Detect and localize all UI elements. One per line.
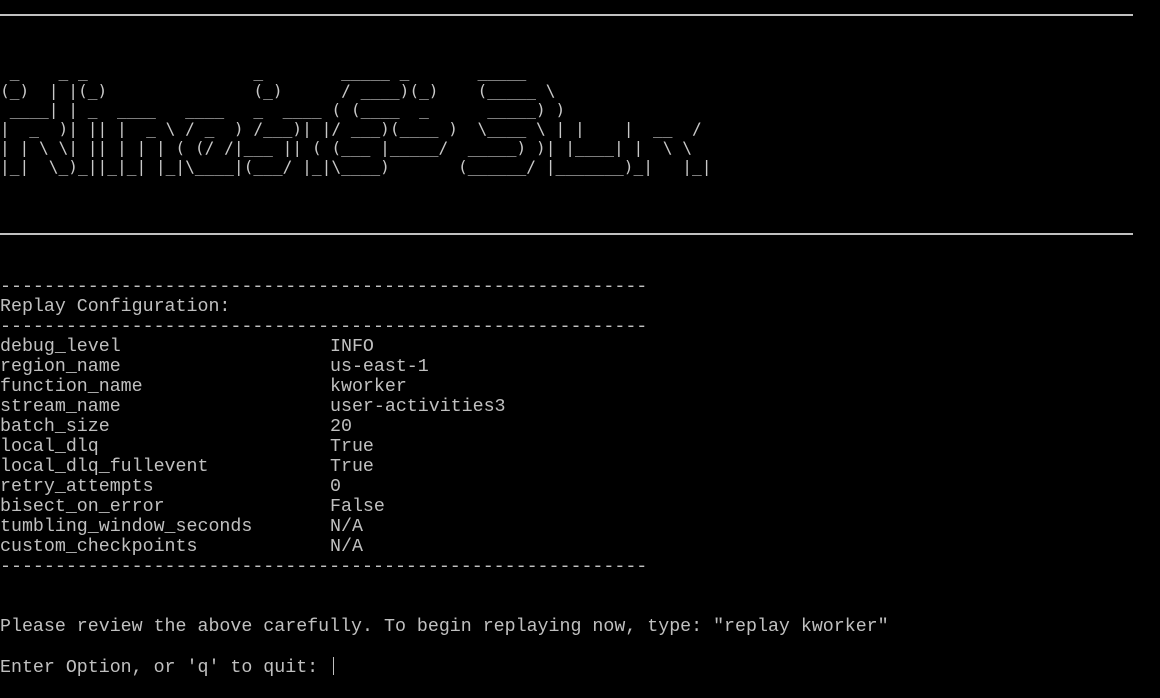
separator-mid: ----------------------------------------…	[0, 317, 648, 337]
config-value: user-activities3	[330, 397, 506, 417]
config-key: tumbling_window_seconds	[0, 517, 253, 537]
config-value: 0	[330, 477, 341, 497]
config-row: function_name kworker	[0, 377, 407, 397]
config-row: bisect_on_error False	[0, 497, 385, 517]
bottom-divider	[0, 233, 1133, 235]
config-key: local_dlq_fullevent	[0, 457, 209, 477]
config-row: retry_attempts 0	[0, 477, 341, 497]
separator-bottom: ----------------------------------------…	[0, 557, 648, 577]
top-divider	[0, 14, 1133, 16]
config-key: batch_size	[0, 417, 110, 437]
config-value: True	[330, 437, 374, 457]
review-message: Please review the above carefully. To be…	[0, 617, 889, 637]
config-key: bisect_on_error	[0, 497, 165, 517]
config-key: local_dlq	[0, 437, 99, 457]
command-prompt[interactable]: Enter Option, or 'q' to quit:	[0, 657, 335, 678]
config-key: custom_checkpoints	[0, 537, 198, 557]
config-value: kworker	[330, 377, 407, 397]
config-value: N/A	[330, 517, 363, 537]
config-row: batch_size 20	[0, 417, 352, 437]
config-row: region_name us-east-1	[0, 357, 429, 377]
text-cursor[interactable]	[333, 657, 335, 675]
config-row: stream_name user-activities3	[0, 397, 506, 417]
section-title: Replay Configuration:	[0, 297, 231, 317]
config-key: stream_name	[0, 397, 121, 417]
config-value: True	[330, 457, 374, 477]
ascii-banner: _ _ _ _ _____ _ _____ (_) | |(_) (_) / _…	[0, 62, 712, 176]
config-row: local_dlq True	[0, 437, 374, 457]
config-key: function_name	[0, 377, 143, 397]
config-row: custom_checkpoints N/A	[0, 537, 363, 557]
config-key: debug_level	[0, 337, 121, 357]
config-row: tumbling_window_seconds N/A	[0, 517, 363, 537]
config-row: debug_level INFO	[0, 337, 374, 357]
separator-top: ----------------------------------------…	[0, 277, 648, 297]
prompt-label: Enter Option, or 'q' to quit:	[0, 658, 330, 678]
config-value: us-east-1	[330, 357, 429, 377]
config-value: 20	[330, 417, 352, 437]
config-key: retry_attempts	[0, 477, 154, 497]
config-value: False	[330, 497, 385, 517]
config-key: region_name	[0, 357, 121, 377]
config-row: local_dlq_fullevent True	[0, 457, 374, 477]
config-value: INFO	[330, 337, 374, 357]
config-value: N/A	[330, 537, 363, 557]
